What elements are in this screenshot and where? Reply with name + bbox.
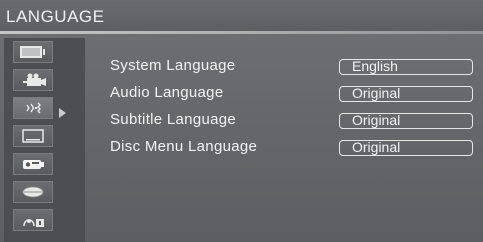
setting-label-subtitle-language: Subtitle Language [110,111,237,128]
selection-arrow-icon [59,108,66,118]
setting-label-disc-menu-language: Disc Menu Language [110,138,258,155]
osd-panel: LANGUAGE System Language English Audio L… [0,0,483,242]
setting-label-audio-language: Audio Language [110,84,224,101]
setting-label-system-language: System Language [110,57,236,74]
page-title: LANGUAGE [6,7,105,26]
title-bar: LANGUAGE [0,0,483,34]
sidebar-item-audio[interactable] [13,97,53,119]
sidebar [4,38,85,242]
tv-screen-icon [18,44,48,60]
display-frame-icon [18,128,48,144]
sidebar-item-projector[interactable] [13,153,53,175]
sidebar-item-video[interactable] [13,69,53,91]
disc-icon [18,184,48,200]
audio-speaker-icon [18,100,48,116]
parental-lock-icon [18,212,48,228]
sidebar-item-disc[interactable] [13,181,53,203]
audio-language-select[interactable]: Original [339,86,473,102]
projector-icon [18,156,48,172]
title-divider [0,31,483,34]
system-language-select[interactable]: English [339,59,473,75]
video-camera-icon [18,72,48,88]
sidebar-item-display[interactable] [13,125,53,147]
subtitle-language-select[interactable]: Original [339,113,473,129]
sidebar-item-tv[interactable] [13,41,53,63]
disc-menu-language-select[interactable]: Original [339,140,473,156]
sidebar-item-parental[interactable] [13,209,53,231]
